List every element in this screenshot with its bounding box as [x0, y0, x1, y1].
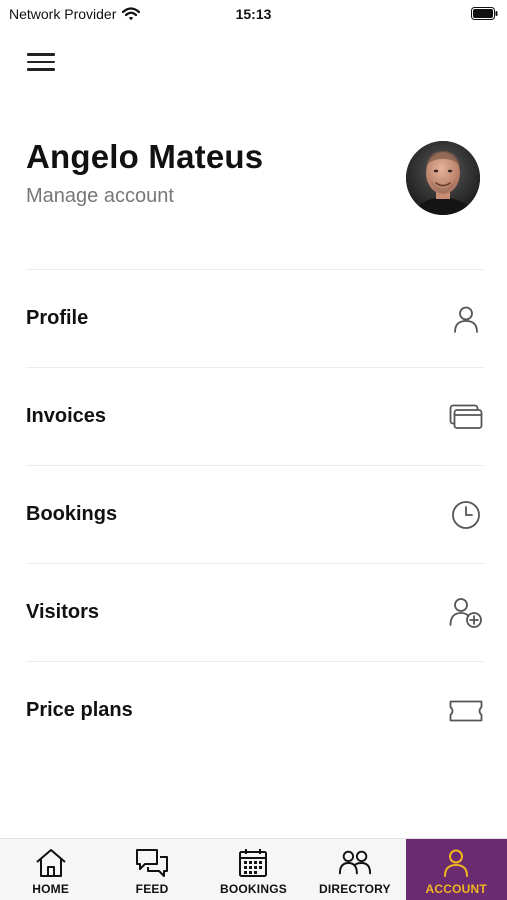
tab-label: BOOKINGS	[220, 882, 287, 896]
person-icon	[448, 301, 484, 337]
bottom-tab-bar: HOME FEED BOOKINGS DIRECTORY ACCOUNT	[0, 838, 507, 900]
tab-label: HOME	[32, 882, 70, 896]
home-icon	[34, 847, 68, 879]
person-icon	[439, 847, 473, 879]
hamburger-menu-icon	[27, 53, 55, 56]
tab-account[interactable]: ACCOUNT	[405, 839, 507, 900]
tab-label: DIRECTORY	[318, 882, 391, 896]
tab-label: FEED	[135, 882, 169, 896]
manage-account-link[interactable]: Manage account	[26, 185, 174, 208]
user-name: Angelo Mateus	[26, 138, 264, 175]
ticket-icon	[448, 693, 484, 729]
chat-bubbles-icon	[135, 847, 169, 879]
wifi-icon	[122, 7, 141, 21]
menu-item-price-plans[interactable]: Price plans	[26, 661, 484, 759]
avatar-photo	[406, 141, 480, 215]
clock-icon	[448, 497, 484, 533]
carrier-group: Network Provider	[9, 6, 141, 22]
add-person-icon	[448, 595, 484, 631]
tab-home[interactable]: HOME	[0, 839, 101, 900]
menu-item-label: Price plans	[26, 699, 133, 721]
status-bar: Network Provider 15:13	[0, 0, 507, 28]
menu-item-label: Profile	[26, 307, 89, 329]
hamburger-menu-button[interactable]	[22, 46, 60, 78]
tab-directory[interactable]: DIRECTORY	[304, 839, 405, 900]
menu-item-visitors[interactable]: Visitors	[26, 563, 484, 661]
menu-item-label: Visitors	[26, 601, 99, 623]
menu-item-bookings[interactable]: Bookings	[26, 465, 484, 563]
carrier-name: Network Provider	[9, 6, 117, 22]
tab-bookings[interactable]: BOOKINGS	[203, 839, 304, 900]
account-menu-list: Profile Invoices Bookings Visitors Price…	[26, 269, 484, 759]
menu-item-label: Bookings	[26, 503, 118, 525]
menu-item-label: Invoices	[26, 405, 107, 427]
calendar-icon	[236, 847, 270, 879]
tab-label: ACCOUNT	[425, 882, 487, 896]
battery-icon	[471, 7, 498, 20]
menu-item-profile[interactable]: Profile	[26, 269, 484, 367]
tab-feed[interactable]: FEED	[101, 839, 202, 900]
menu-item-invoices[interactable]: Invoices	[26, 367, 484, 465]
people-icon	[338, 847, 372, 879]
cards-icon	[448, 399, 484, 435]
avatar[interactable]	[406, 141, 480, 215]
